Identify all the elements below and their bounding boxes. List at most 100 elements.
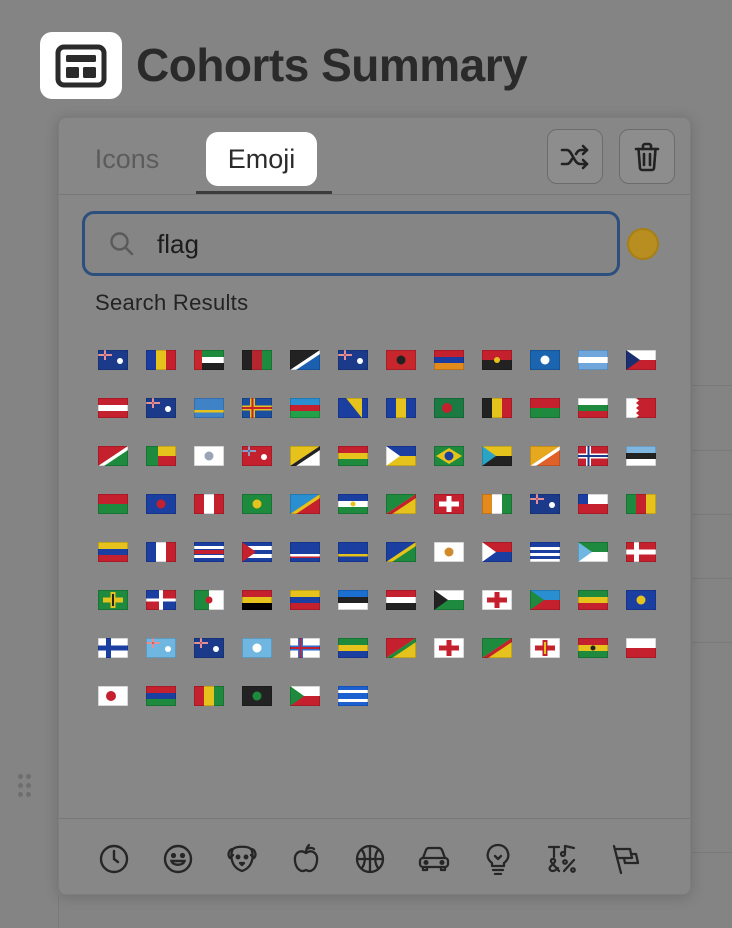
emoji-result-item[interactable] — [329, 336, 377, 384]
emoji-result-item[interactable] — [233, 672, 281, 720]
emoji-result-item[interactable] — [329, 576, 377, 624]
emoji-result-item[interactable] — [473, 576, 521, 624]
emoji-result-item[interactable] — [137, 384, 185, 432]
emoji-result-item[interactable] — [425, 576, 473, 624]
emoji-result-item[interactable] — [137, 672, 185, 720]
emoji-result-item[interactable] — [569, 528, 617, 576]
emoji-result-item[interactable] — [569, 336, 617, 384]
emoji-result-item[interactable] — [521, 576, 569, 624]
tab-icons[interactable]: Icons — [77, 132, 177, 186]
emoji-result-item[interactable] — [89, 432, 137, 480]
emoji-result-item[interactable] — [281, 624, 329, 672]
skin-tone-picker[interactable] — [627, 228, 659, 260]
emoji-result-item[interactable] — [89, 384, 137, 432]
emoji-result-item[interactable] — [281, 672, 329, 720]
emoji-result-item[interactable] — [185, 336, 233, 384]
category-travel-button[interactable] — [414, 839, 454, 879]
emoji-result-item[interactable] — [281, 480, 329, 528]
emoji-result-item[interactable] — [185, 528, 233, 576]
emoji-result-item[interactable] — [521, 528, 569, 576]
emoji-result-item[interactable] — [425, 384, 473, 432]
emoji-result-item[interactable] — [281, 528, 329, 576]
emoji-result-item[interactable] — [233, 576, 281, 624]
emoji-result-item[interactable] — [617, 528, 665, 576]
emoji-result-item[interactable] — [233, 336, 281, 384]
emoji-result-item[interactable] — [329, 672, 377, 720]
emoji-result-item[interactable] — [137, 336, 185, 384]
emoji-result-item[interactable] — [425, 432, 473, 480]
emoji-result-item[interactable] — [569, 384, 617, 432]
tab-emoji[interactable]: Emoji — [206, 132, 317, 186]
page-title[interactable]: Cohorts Summary — [136, 38, 528, 92]
emoji-result-item[interactable] — [89, 576, 137, 624]
emoji-result-item[interactable] — [617, 432, 665, 480]
category-smileys-button[interactable] — [158, 839, 198, 879]
emoji-result-item[interactable] — [329, 432, 377, 480]
emoji-result-item[interactable] — [473, 624, 521, 672]
random-emoji-button[interactable] — [547, 129, 603, 184]
emoji-result-item[interactable] — [521, 432, 569, 480]
emoji-result-item[interactable] — [617, 336, 665, 384]
search-input[interactable] — [157, 226, 597, 262]
emoji-result-item[interactable] — [185, 432, 233, 480]
emoji-result-item[interactable] — [569, 624, 617, 672]
emoji-result-item[interactable] — [473, 432, 521, 480]
emoji-result-item[interactable] — [233, 528, 281, 576]
emoji-result-item[interactable] — [281, 432, 329, 480]
emoji-result-item[interactable] — [425, 336, 473, 384]
emoji-result-item[interactable] — [377, 576, 425, 624]
emoji-result-item[interactable] — [569, 576, 617, 624]
page-icon-button[interactable] — [40, 32, 122, 99]
emoji-result-item[interactable] — [185, 624, 233, 672]
emoji-result-item[interactable] — [89, 528, 137, 576]
emoji-result-item[interactable] — [233, 624, 281, 672]
emoji-result-item[interactable] — [473, 384, 521, 432]
emoji-result-item[interactable] — [89, 336, 137, 384]
emoji-result-item[interactable] — [329, 384, 377, 432]
emoji-result-item[interactable] — [377, 432, 425, 480]
emoji-result-item[interactable] — [89, 480, 137, 528]
emoji-result-item[interactable] — [233, 384, 281, 432]
emoji-result-item[interactable] — [137, 528, 185, 576]
emoji-result-item[interactable] — [425, 480, 473, 528]
emoji-result-item[interactable] — [329, 480, 377, 528]
emoji-result-item[interactable] — [377, 528, 425, 576]
emoji-result-item[interactable] — [137, 480, 185, 528]
emoji-result-item[interactable] — [521, 384, 569, 432]
category-symbols-button[interactable] — [542, 839, 582, 879]
category-flags-button[interactable] — [606, 839, 646, 879]
category-animals-button[interactable] — [222, 839, 262, 879]
emoji-result-item[interactable] — [377, 384, 425, 432]
emoji-result-item[interactable] — [89, 672, 137, 720]
emoji-result-item[interactable] — [377, 624, 425, 672]
category-objects-button[interactable] — [478, 839, 518, 879]
emoji-result-item[interactable] — [617, 624, 665, 672]
emoji-result-item[interactable] — [473, 528, 521, 576]
emoji-result-item[interactable] — [137, 576, 185, 624]
emoji-result-item[interactable] — [233, 480, 281, 528]
emoji-search-field[interactable] — [82, 211, 620, 276]
remove-icon-button[interactable] — [619, 129, 675, 184]
emoji-result-item[interactable] — [329, 624, 377, 672]
emoji-result-item[interactable] — [329, 528, 377, 576]
emoji-result-item[interactable] — [425, 528, 473, 576]
emoji-result-item[interactable] — [137, 624, 185, 672]
emoji-result-item[interactable] — [185, 672, 233, 720]
category-activity-button[interactable] — [350, 839, 390, 879]
drag-handle[interactable] — [16, 772, 34, 802]
emoji-result-item[interactable] — [185, 480, 233, 528]
emoji-result-item[interactable] — [281, 384, 329, 432]
emoji-result-item[interactable] — [617, 576, 665, 624]
emoji-result-item[interactable] — [377, 480, 425, 528]
category-food-button[interactable] — [286, 839, 326, 879]
emoji-result-item[interactable] — [617, 384, 665, 432]
emoji-result-item[interactable] — [569, 432, 617, 480]
emoji-result-item[interactable] — [89, 624, 137, 672]
emoji-result-item[interactable] — [617, 480, 665, 528]
emoji-result-item[interactable] — [185, 576, 233, 624]
emoji-result-item[interactable] — [425, 624, 473, 672]
emoji-result-item[interactable] — [233, 432, 281, 480]
emoji-result-item[interactable] — [377, 336, 425, 384]
emoji-result-item[interactable] — [185, 384, 233, 432]
emoji-result-item[interactable] — [473, 336, 521, 384]
